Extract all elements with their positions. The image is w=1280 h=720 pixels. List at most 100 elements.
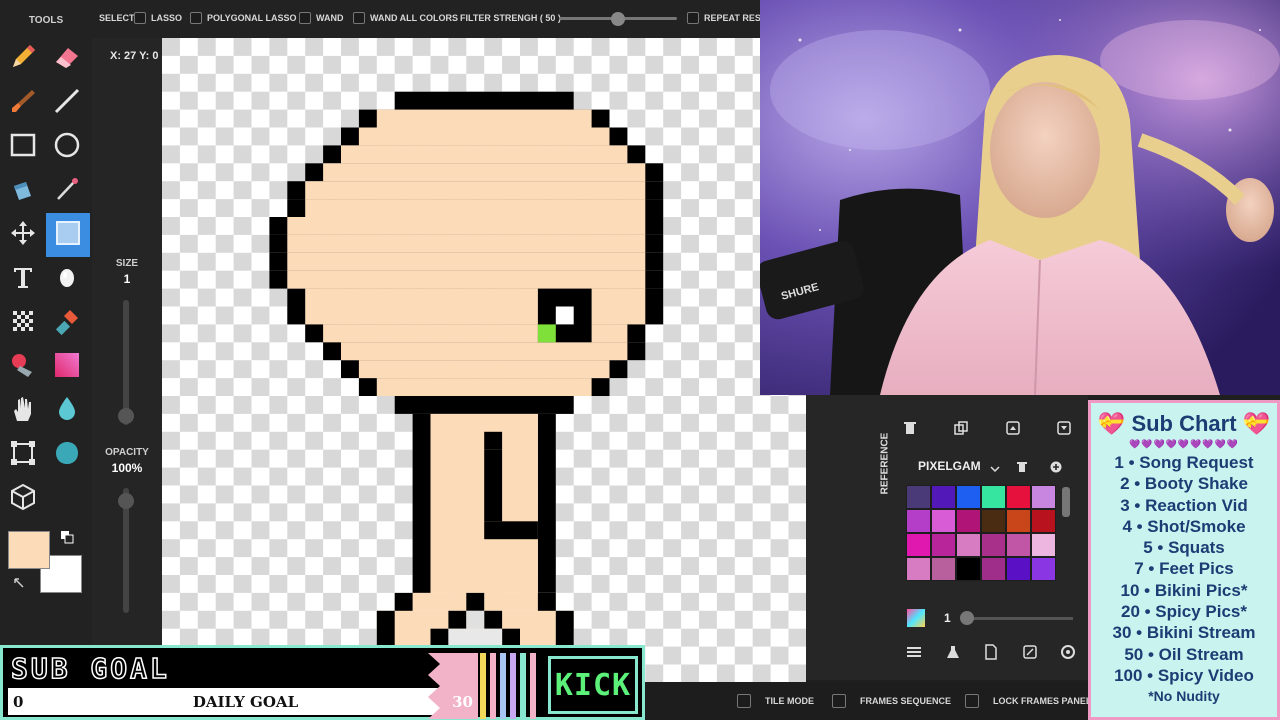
color-wheel-icon[interactable] — [906, 608, 926, 633]
palette-swatch[interactable] — [956, 485, 981, 509]
bucket-tool[interactable] — [6, 174, 40, 208]
polygonal-lasso-checkbox[interactable] — [190, 12, 202, 24]
palette-swatch[interactable] — [1031, 509, 1056, 533]
palette-swatch[interactable] — [1006, 533, 1031, 557]
move-up-icon[interactable] — [1005, 420, 1021, 441]
palette-swatch[interactable] — [931, 509, 956, 533]
flask-icon[interactable] — [945, 644, 961, 665]
frames-sequence-label: FRAMES SEQUENCE — [860, 696, 952, 706]
eraser-tool[interactable] — [50, 42, 84, 76]
palette-swatch[interactable] — [931, 533, 956, 557]
sub-chart-item: 2 • Booty Shake — [1120, 474, 1248, 494]
palette-swatch[interactable] — [981, 509, 1006, 533]
sub-chart-item: 10 • Bikini Pics* — [1120, 580, 1248, 600]
reference-tab[interactable]: REFERENCE — [872, 420, 902, 520]
palette-scrollbar[interactable] — [1062, 487, 1070, 517]
blur-tool[interactable] — [50, 394, 84, 428]
blob-tool[interactable] — [50, 438, 84, 472]
lasso-checkbox[interactable] — [134, 12, 146, 24]
delete-palette-icon[interactable] — [1016, 460, 1028, 478]
pencil-tool[interactable] — [6, 42, 40, 76]
ellipse-tool[interactable] — [50, 130, 84, 164]
palette-swatch[interactable] — [981, 557, 1006, 581]
palette-swatch[interactable] — [956, 557, 981, 581]
drawing-canvas[interactable] — [162, 38, 807, 683]
reference-label: REFERENCE — [879, 432, 891, 495]
eyedropper-tool[interactable] — [50, 174, 84, 208]
stamp-tool[interactable] — [50, 306, 84, 340]
palette-swatch[interactable] — [956, 533, 981, 557]
head-fill-pixel — [323, 163, 646, 182]
move-down-icon[interactable] — [1056, 420, 1072, 441]
palette-swatch[interactable] — [1031, 533, 1056, 557]
dither-tool[interactable] — [6, 306, 40, 340]
palette-swatch[interactable] — [1031, 485, 1056, 509]
trash-icon[interactable] — [902, 420, 918, 441]
ellipse-icon — [52, 130, 82, 165]
opacity-slider-thumb[interactable] — [118, 493, 134, 509]
opacity-track-thumb[interactable] — [960, 611, 974, 625]
move-icon — [8, 218, 38, 253]
crop-tool[interactable] — [6, 438, 40, 472]
palette-swatch[interactable] — [1006, 557, 1031, 581]
opacity-value: 100% — [111, 461, 143, 475]
select-rect-tool[interactable] — [46, 213, 90, 257]
3d-tool[interactable] — [6, 482, 40, 516]
sub-goal-widget: SUB GOAL 0 DAILY GOAL 30 KICK — [0, 645, 645, 720]
sub-chart-item: 100 • Spicy Video — [1114, 665, 1254, 685]
palette-swatch[interactable] — [906, 557, 931, 581]
palette-swatch[interactable] — [1006, 485, 1031, 509]
list-icon[interactable] — [906, 644, 922, 665]
repeat-resize-checkbox[interactable] — [687, 12, 699, 24]
palette-name[interactable]: PIXELGAM — [918, 459, 981, 473]
palette-swatch[interactable] — [906, 533, 931, 557]
color-replace-tool[interactable] — [6, 350, 40, 384]
frames-sequence-checkbox[interactable] — [832, 694, 846, 708]
palette-swatch[interactable] — [906, 485, 931, 509]
settings-icon[interactable] — [1060, 644, 1076, 665]
palette-swatch[interactable] — [981, 533, 1006, 557]
palette-panel: PIXELGAM 1 — [806, 395, 1088, 680]
hand-tool[interactable] — [6, 394, 40, 428]
palette-swatch[interactable] — [931, 485, 956, 509]
head-fill-pixel — [305, 288, 646, 307]
reset-colors-icon[interactable] — [12, 576, 26, 595]
palette-swatch[interactable] — [1031, 557, 1056, 581]
sub-chart-note: *No Nudity — [1148, 688, 1220, 705]
palette-swatch[interactable] — [931, 557, 956, 581]
rectangle-tool[interactable] — [6, 130, 40, 164]
duplicate-icon[interactable] — [953, 420, 969, 441]
wand-all-colors-checkbox[interactable] — [353, 12, 365, 24]
palette-swatch[interactable] — [981, 485, 1006, 509]
palette-swatch[interactable] — [956, 509, 981, 533]
palette-swatch[interactable] — [906, 509, 931, 533]
egg-tool[interactable] — [50, 262, 84, 296]
wand-checkbox[interactable] — [299, 12, 311, 24]
cube-icon — [8, 482, 38, 517]
primary-color-swatch[interactable] — [8, 531, 50, 569]
file-icon[interactable] — [983, 643, 999, 665]
size-slider-thumb[interactable] — [118, 408, 134, 424]
move-tool[interactable] — [6, 218, 40, 252]
filter-strength-thumb[interactable] — [611, 12, 625, 26]
tile-mode-checkbox[interactable] — [737, 694, 751, 708]
opacity-track[interactable] — [961, 617, 1073, 620]
lock-frames-checkbox[interactable] — [965, 694, 979, 708]
gradient-tool[interactable] — [50, 350, 84, 384]
swap-colors-icon[interactable] — [60, 530, 74, 549]
chevron-down-icon[interactable] — [990, 461, 1000, 479]
select-options-bar: SELECT: LASSO POLYGONAL LASSO WAND WAND … — [92, 0, 769, 38]
sub-goal-label: DAILY GOAL — [192, 693, 299, 711]
line-tool[interactable] — [50, 86, 84, 120]
kick-label: KICK — [554, 667, 632, 703]
select-rect-icon — [53, 218, 83, 253]
palette-row — [906, 533, 1056, 557]
brush-tool[interactable] — [6, 86, 40, 120]
pixel-art-canvas[interactable] — [162, 38, 807, 683]
export-icon[interactable] — [1022, 644, 1038, 665]
size-slider[interactable] — [123, 300, 129, 425]
add-palette-icon[interactable] — [1050, 460, 1062, 478]
feet-outline-pixel — [394, 592, 413, 611]
palette-swatch[interactable] — [1006, 509, 1031, 533]
text-tool[interactable] — [6, 262, 40, 296]
